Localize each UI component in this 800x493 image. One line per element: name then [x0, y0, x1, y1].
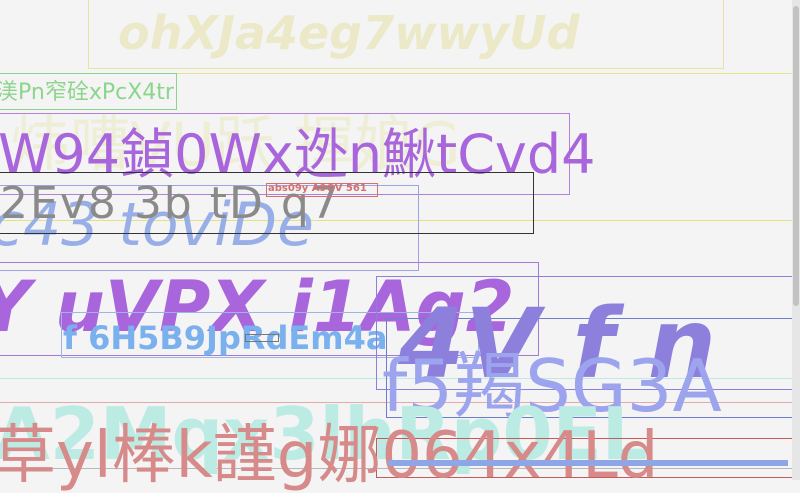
tiny-red-tag-text: abs09y A9OV 561 [268, 183, 367, 194]
vertical-scrollbar[interactable] [792, 0, 800, 480]
blue-bold-text: f 6H5B9JpRdEm4a [63, 319, 388, 357]
red-bottom-text: 草yl棒k謹g娜064x4Ld [0, 419, 659, 493]
small-gray-rect [245, 334, 279, 342]
top-faded-text: ohXJa4eg7wwyUd [118, 6, 580, 60]
blue-bottom-bar [388, 460, 788, 466]
vertical-scrollbar-thumb[interactable] [793, 6, 799, 306]
small-green-text: 渼Pn窄硂xPcX4tr [0, 80, 174, 105]
